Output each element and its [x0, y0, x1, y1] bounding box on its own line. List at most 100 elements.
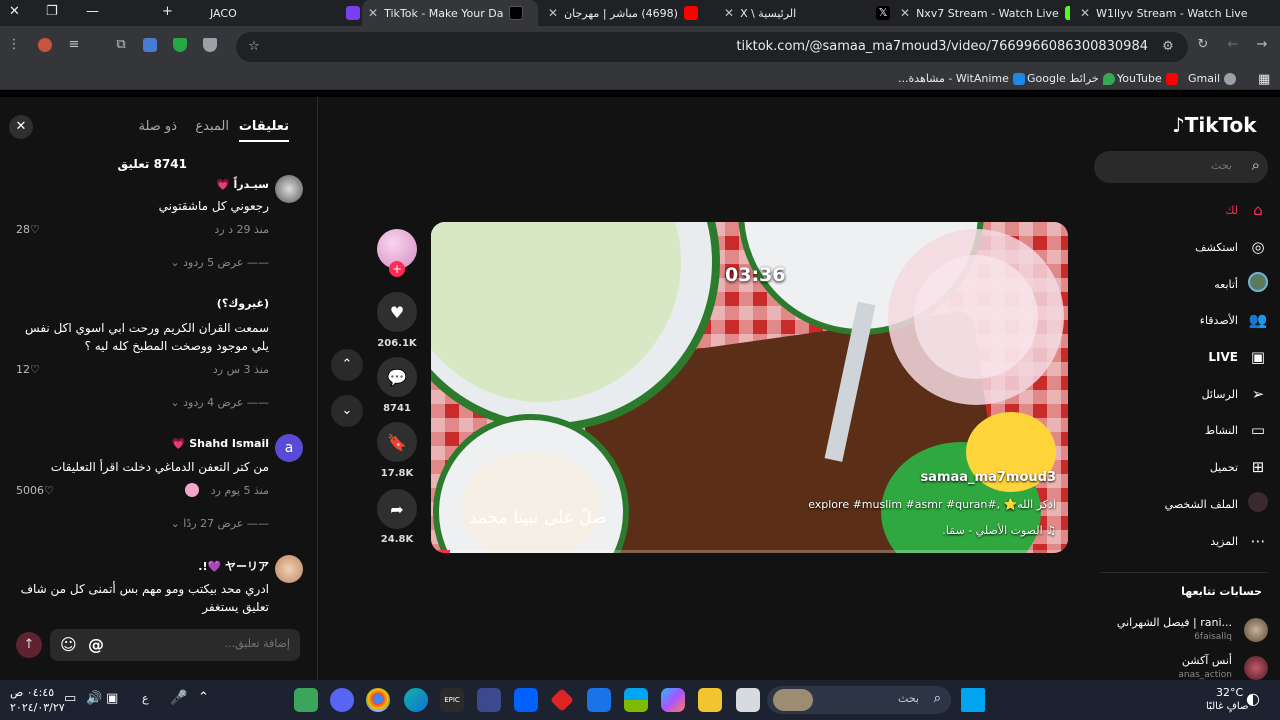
close-tab-icon[interactable]: ✕	[1080, 6, 1090, 20]
edge-icon[interactable]	[404, 688, 428, 712]
url-text[interactable]: tiktok.com/@samaa_ma7moud3/video/7669966…	[736, 39, 1148, 54]
tray-overflow-icon[interactable]: ⌃	[198, 690, 209, 705]
nav-following[interactable]: أتابعه	[1214, 272, 1268, 296]
save-button[interactable]: 🔖	[377, 422, 417, 462]
shield-icon[interactable]	[173, 38, 187, 52]
comment-username[interactable]: Shahd Ismail 💗	[172, 437, 269, 450]
network-icon[interactable]: ▣	[106, 691, 118, 706]
tiktok-logo[interactable]: ♪TikTok	[1172, 113, 1257, 137]
tab-jaco[interactable]: JACO	[190, 0, 360, 26]
tab-w1llyv-stream[interactable]: ✕ W1llyv Stream - Watch Live	[1074, 0, 1250, 26]
mention-icon[interactable]: @	[88, 635, 104, 654]
avatar[interactable]	[1244, 656, 1268, 680]
dropbox-icon[interactable]	[514, 688, 538, 712]
site-settings-icon[interactable]: ⚙	[1160, 39, 1176, 55]
video-progress-bar[interactable]	[431, 550, 1068, 553]
close-tab-icon[interactable]: ✕	[900, 6, 910, 20]
app-icon[interactable]	[294, 688, 318, 712]
follow-plus-icon[interactable]: +	[389, 261, 405, 277]
tab-creator[interactable]: المبدع	[195, 119, 229, 134]
comment-username[interactable]: سيـدراً 💗	[216, 178, 269, 191]
bookmark-witanime[interactable]: WitAnime - مشاهدة...	[898, 72, 1025, 85]
video-sound[interactable]: ♫ الصوت الأصلي - سمَا.	[942, 524, 1056, 537]
nav-profile[interactable]: الملف الشخصي	[1165, 492, 1268, 516]
next-video-button[interactable]: ⌄	[331, 395, 363, 427]
share-button[interactable]: ➦	[377, 489, 417, 529]
nav-friends[interactable]: الأصدقاء 👥	[1200, 308, 1268, 332]
like-button[interactable]: ♥	[377, 292, 417, 332]
avatar[interactable]	[275, 175, 303, 203]
close-tab-icon[interactable]: ✕	[368, 6, 378, 20]
windows-start-icon[interactable]	[961, 688, 985, 712]
restore-window-icon[interactable]: ❐	[46, 4, 58, 19]
weather-text[interactable]: صافٍ غالبًا	[1206, 701, 1248, 712]
send-comment-button[interactable]: ↑	[16, 632, 42, 658]
shield-icon[interactable]	[203, 38, 217, 52]
clock-time[interactable]: ٠٤:٤٥ ص	[10, 686, 54, 699]
bookmark-gmail[interactable]: Gmail	[1188, 72, 1237, 85]
comment-like-button[interactable]: 28♡	[16, 223, 40, 236]
app-icon[interactable]	[477, 688, 501, 712]
avatar[interactable]	[275, 555, 303, 583]
nav-activity[interactable]: النشاط ▭	[1205, 418, 1268, 442]
close-window-icon[interactable]: ✕	[9, 4, 20, 19]
nav-messages[interactable]: الرسائل ➢	[1202, 382, 1268, 406]
comment-meta[interactable]: منذ 29 د رد	[214, 223, 269, 236]
comment-input[interactable]	[140, 637, 290, 650]
nav-live[interactable]: LIVE ▣	[1208, 345, 1268, 369]
avatar[interactable]: a	[275, 434, 303, 462]
microphone-icon[interactable]: 🎤	[170, 690, 187, 706]
close-comments-icon[interactable]: ✕	[9, 115, 33, 139]
close-tab-icon[interactable]: ✕	[548, 6, 558, 20]
bookmark-youtube[interactable]: YouTube	[1117, 72, 1178, 85]
media-control-icon[interactable]: ≡	[66, 37, 82, 53]
comment-meta[interactable]: منذ 5 يوم رد	[211, 484, 269, 497]
video-description[interactable]: اذكر الله⭐ ,#explore #muslim #asmr #qura…	[808, 498, 1056, 511]
menu-dots-icon[interactable]: ⋮	[6, 37, 22, 53]
video-author[interactable]: samaa_ma7moud3	[920, 470, 1056, 485]
weather-temp[interactable]: 32°C	[1216, 686, 1243, 699]
comment-button[interactable]: 💬	[377, 357, 417, 397]
back-icon[interactable]: →	[1254, 37, 1270, 53]
address-bar[interactable]: ☆ tiktok.com/@samaa_ma7moud3/video/76699…	[236, 32, 1188, 62]
weather-moon-icon[interactable]: ◐	[1246, 689, 1260, 708]
mail-icon[interactable]	[587, 688, 611, 712]
comment-username[interactable]: ヤーリア 💜!.	[198, 558, 269, 574]
tab-nxv7-stream[interactable]: ✕ Nxv7 Stream - Watch Live	[894, 0, 1070, 26]
extensions-puzzle-icon[interactable]: ⧉	[113, 37, 129, 53]
following-account-name[interactable]: فيصل الشهراني | rani...	[1117, 616, 1232, 629]
comment-input-box[interactable]: ☺ @	[50, 629, 300, 661]
tab-related[interactable]: ذو صلة	[138, 119, 177, 134]
new-tab-icon[interactable]: +	[162, 4, 173, 19]
clock-date[interactable]: ٢٠٢٤/٠٣/٢٧	[10, 701, 65, 714]
comment-meta[interactable]: منذ 3 س رد	[213, 363, 269, 376]
bookmark-google-maps[interactable]: خرائط Google	[1027, 72, 1115, 85]
tab-tiktok[interactable]: ✕ TikTok - Make Your Da	[362, 0, 538, 26]
file-explorer-icon[interactable]	[698, 688, 722, 712]
battery-icon[interactable]: ▭	[64, 691, 76, 706]
view-replies-button[interactable]: —— عرض 5 ردود ⌄	[170, 256, 269, 269]
comment-like-button[interactable]: 5006♡	[16, 484, 54, 497]
reload-icon[interactable]: ↻	[1195, 37, 1211, 53]
extension-icon[interactable]	[38, 38, 52, 52]
app-icon[interactable]	[736, 688, 760, 712]
search-icon[interactable]: ⌕	[1252, 156, 1260, 174]
tab-comments[interactable]: تعليقات	[238, 119, 290, 142]
nav-more[interactable]: المزيد ⋯	[1210, 529, 1268, 553]
minimize-window-icon[interactable]: —	[86, 4, 99, 19]
copilot-icon[interactable]	[661, 688, 685, 712]
comment-username[interactable]: (غيروك؟)	[217, 297, 269, 310]
bookmark-star-icon[interactable]: ☆	[246, 39, 262, 55]
video-player[interactable]: 03:36 صلّ على نبينا محمد samaa_ma7moud3 …	[431, 222, 1068, 553]
apps-grid-icon[interactable]: ▦	[1258, 72, 1270, 87]
taskbar-search[interactable]: بحث ⌕	[767, 686, 951, 714]
following-account-name[interactable]: أنس آكشن	[1182, 654, 1232, 667]
input-language[interactable]: ع	[142, 692, 149, 705]
search-box[interactable]: ⌕	[1094, 151, 1268, 183]
view-replies-button[interactable]: —— عرض 4 ردود ⌄	[170, 396, 269, 409]
emoji-icon[interactable]: ☺	[60, 635, 77, 654]
discord-icon[interactable]	[330, 688, 354, 712]
previous-video-button[interactable]: ⌃	[331, 349, 363, 381]
app-icon[interactable]	[550, 688, 574, 712]
view-replies-button[interactable]: —— عرض 27 ردًا ⌄	[171, 517, 269, 530]
